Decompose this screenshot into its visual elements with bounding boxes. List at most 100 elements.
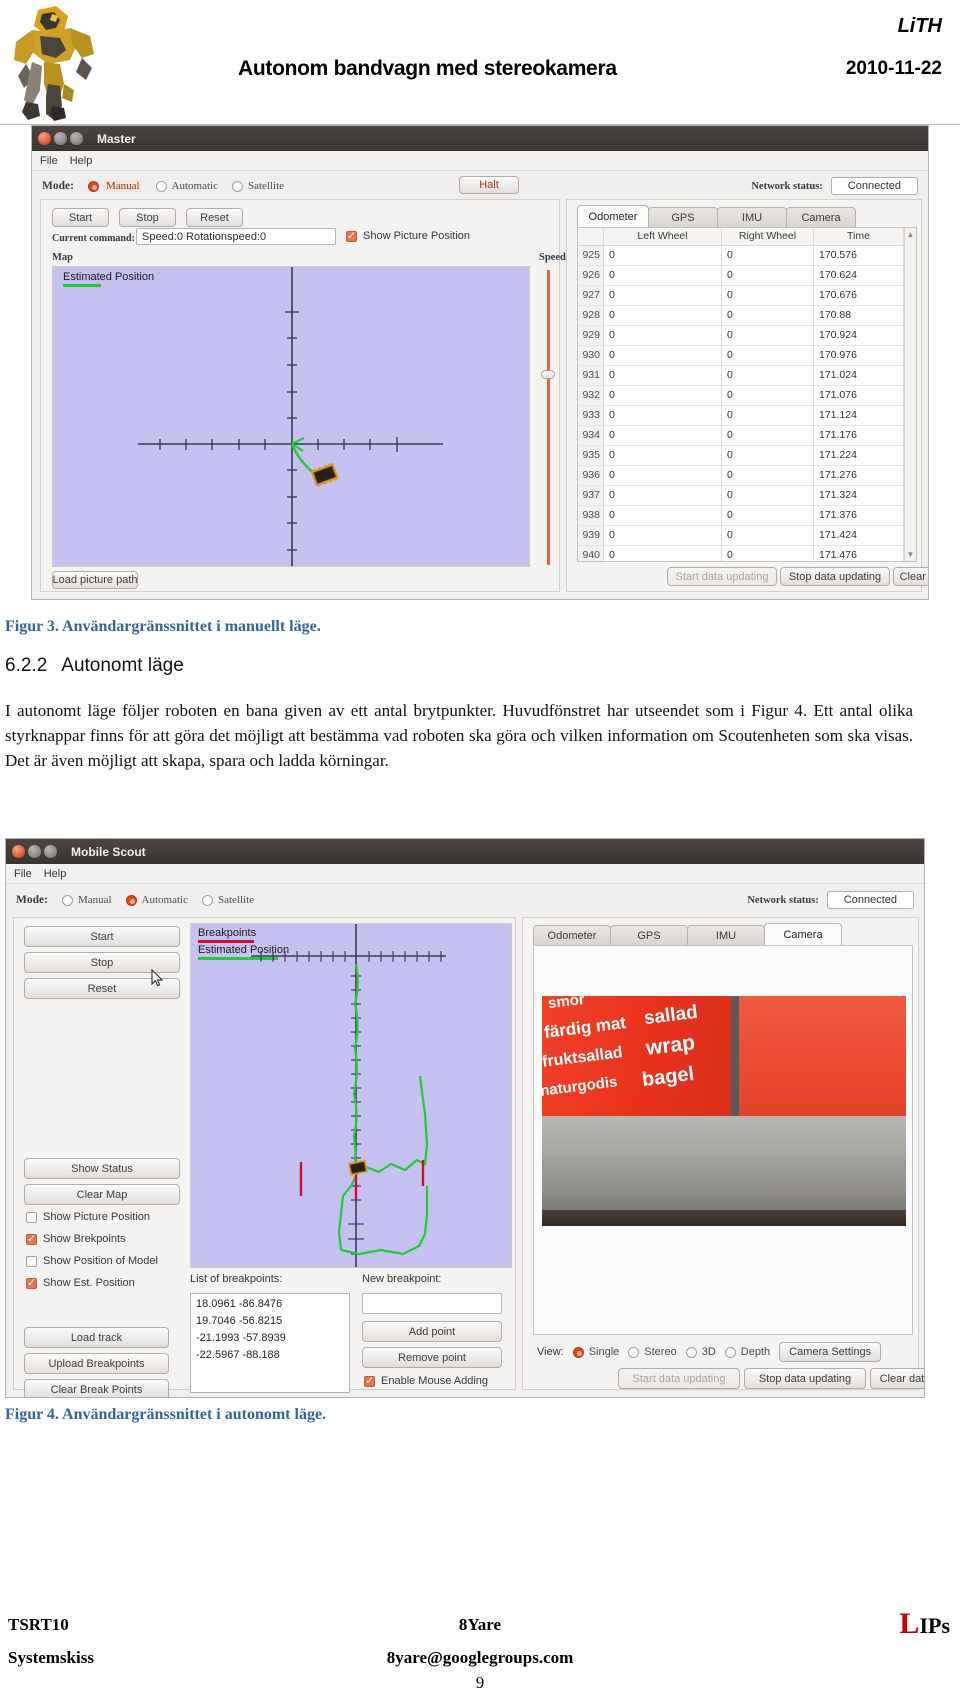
table-row[interactable]: 925 0 0 170.576 [578,245,904,266]
checkbox-icon[interactable] [26,1255,37,1267]
clear-break-points-button[interactable]: Clear Break Points [24,1379,169,1397]
radio-3d-icon[interactable] [685,1346,697,1358]
table-vertical-scrollbar[interactable]: ▲ ▼ [904,228,916,561]
radio-manual-icon[interactable] [87,180,99,192]
view-option-3d[interactable]: 3D [685,1346,716,1358]
current-command-input[interactable]: Speed:0 Rotationspeed:0 [136,228,336,245]
enable-mouse-adding-checkbox[interactable]: Enable Mouse Adding [364,1374,488,1387]
window-controls[interactable] [38,132,83,145]
reset-button[interactable]: Reset [186,208,243,227]
clear-data-button[interactable]: Clear data [893,567,928,586]
camera-settings-button[interactable]: Camera Settings [779,1342,882,1362]
table-row[interactable]: 936 0 0 171.276 [578,465,904,486]
table-row[interactable]: 938 0 0 171.376 [578,505,904,526]
upload-breakpoints-button[interactable]: Upload Breakpoints [24,1353,169,1374]
view-option-depth[interactable]: Depth [724,1346,770,1358]
scroll-up-icon[interactable]: ▲ [907,230,915,239]
menu-help[interactable]: Help [44,868,67,880]
checkbox-icon[interactable] [26,1232,37,1245]
stop-button[interactable]: Stop [119,208,176,227]
table-row[interactable]: 939 0 0 171.424 [578,525,904,546]
maximize-window-icon[interactable] [70,132,83,145]
map-canvas[interactable]: Breakpoints Estimated Position [190,923,512,1268]
data-tabstrip[interactable]: Odometer GPS IMU Camera [533,923,913,945]
mode-option-manual[interactable]: Manual [87,180,142,192]
close-window-icon[interactable] [12,845,25,858]
table-row[interactable]: 926 0 0 170.624 [578,265,904,286]
table-row[interactable]: 932 0 0 171.076 [578,385,904,406]
breakpoints-list[interactable]: 18.0961 -86.8476 19.7046 -56.8215 -21.19… [190,1293,350,1393]
start-data-updating-button[interactable]: Start data updating [667,567,777,586]
mode-option-automatic[interactable]: Automatic [125,894,188,906]
new-breakpoint-input[interactable] [362,1293,502,1314]
list-item[interactable]: 19.7046 -56.8215 [196,1313,344,1330]
menu-help[interactable]: Help [70,155,93,167]
checkbox-icon[interactable] [26,1276,37,1289]
mode-option-satellite[interactable]: Satellite [201,894,254,906]
tab-camera[interactable]: Camera [764,923,842,945]
tab-camera[interactable]: Camera [786,207,856,227]
table-row[interactable]: 940 0 0 171.476 [578,545,904,561]
load-track-button[interactable]: Load track [24,1327,169,1348]
table-row[interactable]: 937 0 0 171.324 [578,485,904,506]
start-data-updating-button[interactable]: Start data updating [618,1368,740,1389]
table-row[interactable]: 935 0 0 171.224 [578,445,904,466]
radio-automatic-icon[interactable] [125,894,137,906]
radio-automatic-icon[interactable] [155,180,167,192]
mode-option-manual[interactable]: Manual [61,894,112,906]
menu-file[interactable]: File [14,868,32,880]
table-row[interactable]: 933 0 0 171.124 [578,405,904,426]
start-button[interactable]: Start [24,926,180,947]
radio-satellite-icon[interactable] [201,894,213,906]
maximize-window-icon[interactable] [44,845,57,858]
table-row[interactable]: 929 0 0 170.924 [578,325,904,346]
data-tabstrip[interactable]: Odometer GPS IMU Camera [577,205,917,227]
odometer-table[interactable]: Left Wheel Right Wheel Time 925 0 0 170.576… [577,227,917,562]
show-status-button[interactable]: Show Status [24,1158,180,1179]
table-row[interactable]: 930 0 0 170.976 [578,345,904,366]
add-point-button[interactable]: Add point [362,1321,502,1342]
radio-depth-icon[interactable] [724,1346,736,1358]
view-option-single[interactable]: Single [572,1346,619,1358]
list-item[interactable]: -21.1993 -57.8939 [196,1330,344,1347]
tab-imu[interactable]: IMU [687,925,765,945]
view-option-stereo[interactable]: Stereo [628,1346,677,1358]
speed-slider[interactable] [541,270,555,565]
clear-map-button[interactable]: Clear Map [24,1184,180,1205]
map-canvas[interactable]: Estimated Position [52,266,530,567]
table-row[interactable]: 934 0 0 171.176 [578,425,904,446]
tab-gps[interactable]: GPS [610,925,688,945]
load-picture-path-button[interactable]: Load picture path [52,571,138,589]
radio-stereo-icon[interactable] [628,1346,640,1358]
remove-point-button[interactable]: Remove point [362,1347,502,1368]
minimize-window-icon[interactable] [54,132,67,145]
show-est-position-checkbox[interactable]: Show Est. Position [26,1276,135,1289]
checkbox-icon[interactable] [26,1211,37,1223]
radio-single-icon[interactable] [572,1346,584,1358]
mode-radio-group[interactable]: Manual Automatic Satellite [61,894,254,906]
show-picture-position-checkbox[interactable]: Show Picture Position [346,229,470,242]
tab-odometer[interactable]: Odometer [577,205,649,227]
table-row[interactable]: 928 0 0 170.88 [578,305,904,326]
stop-data-updating-button[interactable]: Stop data updating [744,1368,866,1389]
window-controls[interactable] [12,845,57,858]
checkbox-icon[interactable] [346,229,357,242]
mode-option-satellite[interactable]: Satellite [231,180,284,192]
mode-option-automatic[interactable]: Automatic [155,180,218,192]
tab-odometer[interactable]: Odometer [533,925,611,945]
tab-gps[interactable]: GPS [648,207,718,227]
clear-data-button[interactable]: Clear data [870,1368,924,1389]
stop-data-updating-button[interactable]: Stop data updating [780,567,890,586]
scroll-down-icon[interactable]: ▼ [907,550,915,559]
start-button[interactable]: Start [52,208,109,227]
table-row[interactable]: 927 0 0 170.676 [578,285,904,306]
list-item[interactable]: -22.5967 -88.188 [196,1347,344,1364]
radio-manual-icon[interactable] [61,894,73,906]
menu-file[interactable]: File [40,155,58,167]
show-picture-position-checkbox[interactable]: Show Picture Position [26,1211,150,1223]
show-brekpoints-checkbox[interactable]: Show Brekpoints [26,1232,126,1245]
list-item[interactable]: 18.0961 -86.8476 [196,1296,344,1313]
tab-imu[interactable]: IMU [717,207,787,227]
show-position-of-model-checkbox[interactable]: Show Position of Model [26,1255,158,1267]
halt-button[interactable]: Halt [459,176,519,194]
